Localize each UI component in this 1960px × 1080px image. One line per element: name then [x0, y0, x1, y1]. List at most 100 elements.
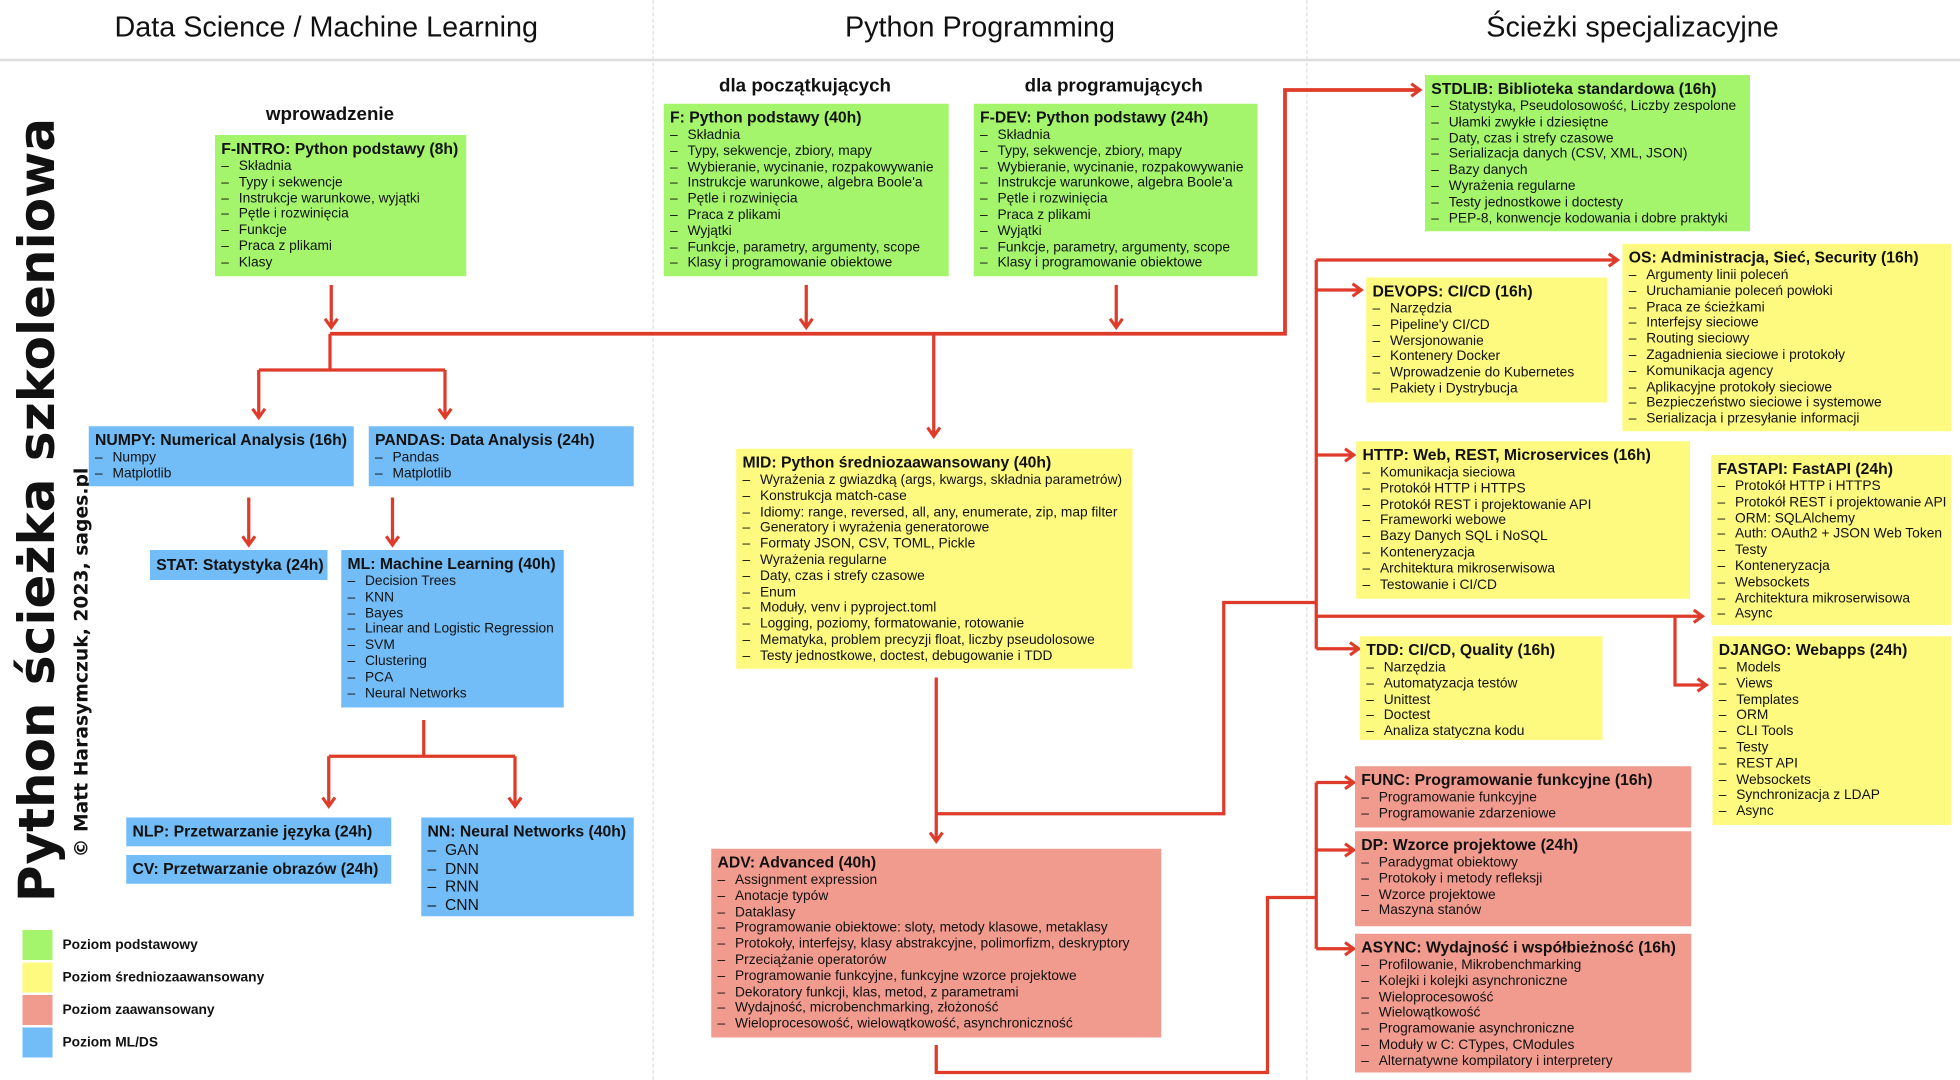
- course-topic-text: Testy jednostkowe, doctest, debugowanie …: [760, 648, 1053, 664]
- course-topic-text: Programowanie funkcyjne: [1378, 790, 1537, 805]
- course-title: FUNC: Programowanie funkcyjne (16h): [1361, 771, 1653, 789]
- course-topic: – Synchronizacja z LDAP: [1719, 788, 1945, 804]
- course-topic: – Moduły w C: CTypes, CModules: [1361, 1037, 1685, 1053]
- course-box-dp: DP: Wzorce projektowe (24h) – Paradygmat o…: [1355, 831, 1692, 927]
- course-topic-text: Narzędzia: [1383, 660, 1446, 675]
- course-topic: – Protokół HTTP i HTTPS: [1363, 481, 1684, 497]
- course-topic-list: – Protokół HTTP i HTTPS – Protokół REST i p…: [1718, 479, 1947, 623]
- course-topic-text: GAN: [445, 841, 479, 859]
- course-topic-text: Wybieranie, wycinanie, rozpakowywanie: [997, 159, 1244, 175]
- course-topic: – Wzorce projektowe: [1361, 887, 1685, 903]
- course-topic-list: – Profilowanie, Mikrobenchmarking – Kolejki…: [1361, 958, 1685, 1070]
- course-topic: – Websockets: [1718, 575, 1946, 591]
- course-topic-text: Wyrażenia regularne: [1448, 178, 1576, 194]
- connector-to-ds: [258, 333, 445, 372]
- course-topic: – Paradygmat obiektowy: [1361, 855, 1685, 871]
- course-topic-text: Konteneryzacja: [1380, 544, 1475, 560]
- course-topic-text: Praca z plikami: [997, 207, 1091, 223]
- course-topic-text: Klasy i programowanie obiektowe: [997, 255, 1203, 271]
- course-topic: – Testy: [1719, 740, 1945, 756]
- course-topic-text: Templates: [1736, 691, 1799, 707]
- course-topic: – Narzędzia: [1373, 301, 1602, 317]
- bullet-dash-icon: –: [980, 207, 988, 223]
- bullet-dash-icon: –: [347, 573, 356, 589]
- course-topic-text: Daty, czas i strefy czasowe: [760, 568, 925, 584]
- course-title: STDLIB: Biblioteka standardowa (16h): [1431, 80, 1717, 98]
- course-topic-text: Unittest: [1383, 691, 1431, 707]
- course-topic-text: Kontenery Docker: [1390, 349, 1501, 365]
- course-topic-list: – Komunikacja sieciowa – Protokół HTTP i HT…: [1363, 465, 1684, 593]
- bullet-dash-icon: –: [980, 255, 988, 271]
- course-topic: – Bayes: [348, 606, 558, 622]
- course-topic-text: Formaty JSON, CSV, TOML, Pickle: [760, 536, 976, 552]
- course-topic: – PEP-8, konwencje kodowania i dobre prak…: [1431, 211, 1744, 227]
- course-box-fdev: F-DEV: Python podstawy (24h) – Składnia – Ty…: [973, 103, 1258, 277]
- course-topic: – Konteneryzacja: [1718, 559, 1946, 575]
- bullet-dash-icon: –: [742, 536, 751, 552]
- bullet-dash-icon: –: [1628, 347, 1637, 363]
- course-topic-text: Protokół REST i projektowanie API: [1735, 494, 1947, 510]
- course-title: FASTAPI: FastAPI (24h): [1717, 460, 1894, 478]
- course-title: NLP: Przetwarzanie języka (24h): [132, 822, 373, 841]
- course-topic: – Konteneryzacja: [1363, 545, 1684, 561]
- course-topic-list: – Składnia – Typy, sekwencje, zbiory, mapy –…: [670, 128, 943, 272]
- bullet-dash-icon: –: [1366, 691, 1374, 707]
- course-topic-list: – Narzędzia – Automatyzacja testów – Unittest…: [1366, 660, 1596, 740]
- bullet-dash-icon: –: [221, 206, 229, 222]
- course-topic: – Pakiety i Dystrybucja: [1373, 381, 1602, 397]
- course-topic: – Bezpieczeństwo sieciowe i systemowe: [1629, 395, 1945, 411]
- bullet-dash-icon: –: [717, 920, 726, 936]
- bullet-dash-icon: –: [980, 127, 988, 143]
- course-topic: – Praca z plikami: [980, 207, 1251, 223]
- course-topic: – Numpy: [95, 450, 348, 466]
- course-topic: – Templates: [1719, 692, 1945, 708]
- course-topic-text: Wyrażenia regularne: [760, 552, 887, 568]
- bullet-dash-icon: –: [717, 888, 726, 904]
- legend-label: Poziom zaawansowany: [62, 1002, 215, 1018]
- course-topic-text: Doctest: [1383, 707, 1431, 723]
- course-topic-text: Typy, sekwencje, zbiory, mapy: [997, 143, 1182, 159]
- course-topic-text: Praca z plikami: [238, 238, 332, 254]
- course-topic-text: SVM: [365, 637, 395, 653]
- course-topic-text: Moduły, venv i pyproject.toml: [760, 600, 937, 616]
- bullet-dash-icon: –: [1628, 315, 1637, 331]
- bullet-dash-icon: –: [1361, 855, 1369, 870]
- course-box-stdlib: STDLIB: Biblioteka standardowa (16h) – Sta…: [1425, 75, 1750, 232]
- course-topic-text: Synchronizacja z LDAP: [1736, 787, 1880, 803]
- course-topic: – Konstrukcja match-case: [743, 488, 1127, 504]
- course-topic: – SVM: [348, 638, 558, 654]
- course-topic: – Funkcje, parametry, argumenty, scope: [980, 239, 1251, 255]
- course-topic-text: Numpy: [112, 450, 157, 465]
- course-title: DP: Wzorce projektowe (24h): [1361, 836, 1579, 854]
- bullet-dash-icon: –: [1718, 803, 1727, 819]
- bullet-dash-icon: –: [1431, 210, 1439, 226]
- course-topic-text: Serializacja danych (CSV, XML, JSON): [1448, 146, 1688, 162]
- bullet-dash-icon: –: [980, 191, 988, 207]
- course-title: DEVOPS: CI/CD (16h): [1372, 282, 1533, 301]
- course-topic-text: Składnia: [997, 127, 1051, 143]
- bullet-dash-icon: –: [1362, 560, 1371, 576]
- course-topic-text: Logging, poziomy, formatowanie, rotowani…: [760, 616, 1025, 632]
- bullet-dash-icon: –: [1718, 755, 1727, 771]
- course-topic: – Daty, czas i strefy czasowe: [743, 568, 1127, 584]
- bullet-dash-icon: –: [347, 621, 356, 637]
- course-topic: – Serializacja i przesyłanie informacji: [1629, 411, 1945, 427]
- bullet-dash-icon: –: [1361, 1005, 1369, 1021]
- course-topic-text: Wieloprocesowość, wielowątkowość, asynch…: [735, 1016, 1073, 1032]
- course-topic: – Klasy i programowanie obiektowe: [670, 255, 943, 271]
- course-topic-text: Auth: OAuth2 + JSON Web Token: [1735, 526, 1943, 542]
- bullet-dash-icon: –: [1628, 411, 1637, 427]
- course-topic: – CLI Tools: [1719, 724, 1945, 740]
- bullet-dash-icon: –: [1361, 870, 1369, 886]
- course-topic: – Typy i sekwencje: [221, 175, 460, 191]
- course-topic-text: Views: [1736, 675, 1773, 691]
- course-topic-text: Przeciążanie operatorów: [735, 952, 887, 968]
- course-box-django: DJANGO: Webapps (24h) – Models – Views – Templ…: [1712, 636, 1952, 825]
- bullet-dash-icon: –: [1431, 146, 1439, 162]
- course-title: MID: Python średniozaawansowany (40h): [742, 453, 1052, 472]
- course-topic-text: Praca ze ścieżkami: [1646, 299, 1765, 315]
- bullet-dash-icon: –: [347, 605, 356, 621]
- course-topic: – Wyjątki: [670, 223, 943, 239]
- bullet-dash-icon: –: [1372, 349, 1381, 365]
- course-topic: – Argumenty linii poleceń: [1629, 268, 1945, 284]
